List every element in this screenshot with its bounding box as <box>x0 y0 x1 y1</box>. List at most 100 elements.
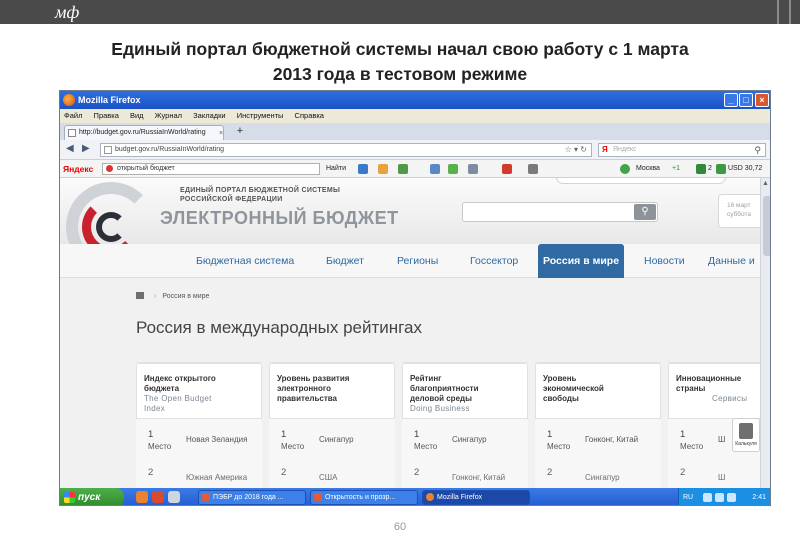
task-title: Mozilla Firefox <box>437 494 483 501</box>
rank-country: Сингапур <box>452 435 487 444</box>
mail-count: 2 <box>708 165 712 172</box>
rating-card[interactable]: Индекс открытого бюджета The Open Budget… <box>136 362 262 488</box>
close-button[interactable]: × <box>755 93 769 107</box>
nav-regions[interactable]: Регионы <box>397 244 438 278</box>
firefox-icon <box>63 94 75 106</box>
card-title: благоприятности <box>410 384 479 393</box>
nav-budget-system[interactable]: Бюджетная система <box>196 244 294 278</box>
windows-logo-icon <box>64 492 75 503</box>
rank-number: 1 <box>281 429 287 440</box>
tray-icon[interactable] <box>703 493 712 502</box>
nav-data[interactable]: Данные и <box>708 244 755 278</box>
toolbar-app-icon[interactable] <box>448 164 458 174</box>
scrollbar-thumb[interactable] <box>763 196 770 256</box>
menu-edit[interactable]: Правка <box>94 111 119 120</box>
header-tab-decoration <box>556 178 726 184</box>
scroll-up-icon[interactable]: ▲ <box>762 180 769 187</box>
search-box[interactable]: Я Яндекс ⚲ <box>598 143 766 157</box>
toolbar-app-icon[interactable] <box>378 164 388 174</box>
quicklaunch-icon[interactable] <box>152 491 164 503</box>
currency-rate: USD 30,72 <box>728 165 763 172</box>
rank-label: Место <box>680 442 704 451</box>
rating-card[interactable]: Уровень развития электронного правительс… <box>269 362 395 488</box>
rank-number: 2 <box>281 467 287 478</box>
toolbar-app-icon[interactable] <box>398 164 408 174</box>
nav-news[interactable]: Новости <box>644 244 685 278</box>
tab-close-icon[interactable]: × <box>219 127 223 140</box>
headline-line: 2013 года в тестовом режиме <box>272 64 528 84</box>
taskbar-task[interactable]: ПЭБР до 2018 года ... <box>198 490 306 505</box>
yandex-search-icon: Я <box>602 145 608 154</box>
site-search-input[interactable]: ⚲ <box>462 202 658 222</box>
rank-country: Ш <box>718 473 726 482</box>
rank-country: США <box>319 473 338 482</box>
rank-number: 2 <box>547 467 553 478</box>
toolbar-app-icon[interactable] <box>468 164 478 174</box>
gear-icon[interactable] <box>528 164 538 174</box>
weather-city[interactable]: Москва <box>636 160 660 178</box>
toolbar-app-icon[interactable] <box>358 164 368 174</box>
taskbar-task[interactable]: Открытость и прозр... <box>310 490 418 505</box>
reload-icon[interactable]: ☆ ▾ ↻ <box>565 144 587 156</box>
language-indicator[interactable]: RU <box>683 488 693 505</box>
rating-card-header: Уровень развития электронного правительс… <box>269 363 395 419</box>
navigation-bar: ◀ ▶ budget.gov.ru/RussiaInWorld/rating ☆… <box>60 140 770 160</box>
address-bar[interactable]: budget.gov.ru/RussiaInWorld/rating ☆ ▾ ↻ <box>100 143 592 157</box>
top-bar-divider <box>789 0 791 24</box>
mail-icon[interactable] <box>696 164 706 174</box>
calculator-icon <box>739 423 753 439</box>
forward-arrow-icon[interactable]: ▶ <box>82 143 90 154</box>
rating-card[interactable]: Уровень экономической свободы 1 Место Го… <box>535 362 661 488</box>
tray-icon[interactable] <box>715 493 724 502</box>
firefox-quicklaunch-icon[interactable] <box>136 491 148 503</box>
yandex-logo[interactable]: Яндекс <box>63 160 93 178</box>
calculator-widget[interactable]: Калькуля <box>732 418 760 452</box>
weather-icon <box>620 164 630 174</box>
task-title: ПЭБР до 2018 года ... <box>213 494 284 501</box>
breadcrumb: › Россия в мире <box>136 292 209 300</box>
card-title: Индекс открытого <box>144 374 216 383</box>
page-favicon-icon <box>104 146 112 154</box>
slide-logo: мф <box>55 2 80 22</box>
start-label: пуск <box>78 492 101 503</box>
start-button[interactable]: пуск <box>60 488 124 505</box>
card-title: правительства <box>277 394 337 403</box>
search-icon[interactable]: ⚲ <box>754 144 761 156</box>
rank-country: Сингапур <box>585 473 620 482</box>
new-tab-button[interactable]: + <box>232 124 248 139</box>
nav-russia-in-world[interactable]: Россия в мире <box>538 244 625 278</box>
menu-help[interactable]: Справка <box>295 111 324 120</box>
rank-number: 1 <box>414 429 420 440</box>
card-title: Инновационные <box>676 374 742 383</box>
toolbar-app-icon[interactable] <box>502 164 512 174</box>
nav-budget[interactable]: Бюджет <box>326 244 364 278</box>
minimize-button[interactable]: _ <box>724 93 738 107</box>
menu-file[interactable]: Файл <box>64 111 82 120</box>
menu-view[interactable]: Вид <box>130 111 144 120</box>
nav-gov-sector[interactable]: Госсектор <box>470 244 518 278</box>
site-search-icon[interactable]: ⚲ <box>634 204 656 220</box>
rank-country: Ш <box>718 435 726 444</box>
rating-card[interactable]: Рейтинг благоприятности деловой среды Do… <box>402 362 528 488</box>
volume-icon[interactable] <box>727 493 736 502</box>
back-arrow-icon[interactable]: ◀ <box>66 143 74 154</box>
taskbar-task-active[interactable]: Mozilla Firefox <box>422 490 530 505</box>
menu-tools[interactable]: Инструменты <box>237 111 284 120</box>
breadcrumb-item[interactable]: Россия в мире <box>162 293 209 300</box>
card-title: свободы <box>543 394 579 403</box>
yandex-search-input[interactable]: открытый бюджет <box>102 163 320 175</box>
browser-tab[interactable]: http://budget.gov.ru/RussiaInWorld/ratin… <box>64 125 224 140</box>
vertical-scrollbar[interactable]: ▲ <box>760 178 770 488</box>
powerpoint-icon <box>202 493 210 501</box>
browser-screenshot: Mozilla Firefox _ □ × Файл Правка Вид Жу… <box>59 90 771 506</box>
menu-history[interactable]: Журнал <box>155 111 182 120</box>
quicklaunch-icon[interactable] <box>168 491 180 503</box>
toolbar-app-icon[interactable] <box>430 164 440 174</box>
rating-card-header: Индекс открытого бюджета The Open Budget… <box>136 363 262 419</box>
menu-bookmarks[interactable]: Закладки <box>193 111 225 120</box>
yandex-find-button[interactable]: Найти <box>326 160 346 178</box>
home-icon[interactable] <box>136 292 144 299</box>
maximize-button[interactable]: □ <box>739 93 753 107</box>
card-title-en: Index <box>144 404 166 413</box>
rank-label: Место <box>414 442 438 451</box>
